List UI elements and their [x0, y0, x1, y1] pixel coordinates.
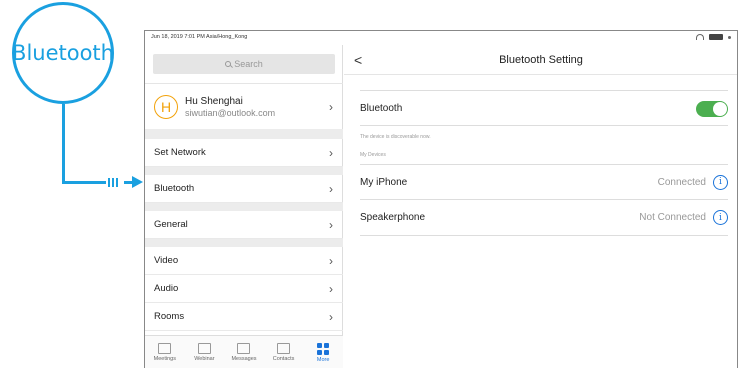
- tab-label: Messages: [231, 356, 257, 362]
- bluetooth-toggle[interactable]: [696, 101, 728, 117]
- device-status: Connected: [657, 176, 706, 188]
- chevron-right-icon: ›: [329, 217, 333, 232]
- chevron-right-icon: ›: [329, 145, 333, 160]
- info-icon[interactable]: i: [713, 174, 728, 190]
- wifi-icon: [696, 34, 704, 40]
- tablet-screen: Jun 18, 2019 7:01 PM Asia/Hong_Kong Sear…: [144, 30, 738, 368]
- settings-sidebar: Search H Hu Shenghai siwutian@outlook.co…: [145, 45, 343, 368]
- chevron-right-icon: ›: [329, 99, 333, 114]
- status-time: Jun 18, 2019 7:01 PM Asia/Hong_Kong: [151, 34, 248, 40]
- sidebar-item-set-network[interactable]: Set Network ›: [145, 139, 343, 167]
- chevron-right-icon: ›: [329, 309, 333, 324]
- device-name: My iPhone: [360, 176, 408, 188]
- tab-more[interactable]: More: [305, 342, 341, 363]
- chevron-right-icon: ›: [329, 281, 333, 296]
- sidebar-item-label: Bluetooth: [154, 183, 195, 194]
- sidebar-item-label: Video: [154, 255, 179, 266]
- sidebar-item-label: Rooms: [154, 311, 185, 322]
- sidebar-item-video[interactable]: Video ›: [145, 247, 343, 275]
- discoverable-note: The device is discoverable now.: [360, 134, 431, 140]
- device-row-my-iphone[interactable]: My iPhone Connected i: [360, 164, 728, 200]
- search-input[interactable]: Search: [153, 54, 335, 74]
- callout-connector-vertical: [62, 104, 65, 184]
- section-divider: [145, 239, 343, 247]
- bluetooth-toggle-row: Bluetooth: [360, 90, 728, 126]
- callout-label: Bluetooth: [12, 41, 114, 65]
- back-button[interactable]: <: [354, 52, 362, 68]
- callout-connector-horizontal: [62, 181, 106, 184]
- section-divider: [145, 167, 343, 175]
- device-status: Not Connected: [639, 212, 706, 223]
- status-icons: [696, 34, 731, 40]
- chevron-right-icon: ›: [329, 253, 333, 268]
- callout-circle: Bluetooth: [12, 2, 114, 104]
- avatar: H: [154, 94, 178, 119]
- tab-webinar[interactable]: Webinar: [186, 343, 222, 362]
- sidebar-item-general[interactable]: General ›: [145, 211, 343, 239]
- chat-icon: [237, 343, 251, 354]
- search-icon: [225, 61, 232, 67]
- calendar-icon: [158, 343, 172, 354]
- callout-dashes: [108, 178, 118, 187]
- tab-label: Webinar: [194, 356, 215, 362]
- toggle-knob: [713, 102, 727, 116]
- tab-label: Contacts: [272, 356, 295, 362]
- device-row-speakerphone[interactable]: Speakerphone Not Connected i: [360, 200, 728, 236]
- profile-row[interactable]: H Hu Shenghai siwutian@outlook.com ›: [145, 83, 343, 129]
- my-devices-heading: My Devices: [360, 152, 386, 158]
- status-bar: Jun 18, 2019 7:01 PM Asia/Hong_Kong: [145, 31, 737, 45]
- contacts-icon: [277, 343, 291, 354]
- chevron-right-icon: ›: [329, 181, 333, 196]
- tab-label: Meetings: [153, 356, 176, 362]
- bluetooth-setting-panel: < Bluetooth Setting Bluetooth The device…: [344, 45, 737, 368]
- charge-icon: [728, 35, 731, 39]
- grid-icon: [317, 342, 330, 355]
- profile-email: siwutian@outlook.com: [185, 107, 276, 118]
- page-title: Bluetooth Setting: [499, 53, 583, 66]
- sidebar-item-rooms[interactable]: Rooms ›: [145, 303, 343, 331]
- profile-info: Hu Shenghai siwutian@outlook.com: [185, 96, 343, 118]
- sidebar-item-label: Set Network: [154, 147, 206, 158]
- search-placeholder: Search: [234, 59, 263, 69]
- callout-arrow-icon: [132, 176, 143, 188]
- sidebar-item-audio[interactable]: Audio ›: [145, 275, 343, 303]
- section-divider: [145, 203, 343, 211]
- info-icon[interactable]: i: [713, 210, 728, 225]
- bluetooth-toggle-label: Bluetooth: [360, 102, 403, 114]
- webinar-icon: [197, 343, 211, 354]
- panel-header: < Bluetooth Setting: [344, 45, 737, 75]
- tab-meetings[interactable]: Meetings: [147, 343, 183, 362]
- tab-label: More: [316, 356, 330, 363]
- sidebar-item-label: Audio: [154, 283, 179, 294]
- bottom-tab-bar: Meetings Webinar Messages Contacts More: [145, 335, 343, 368]
- sidebar-item-bluetooth[interactable]: Bluetooth ›: [145, 175, 343, 203]
- sidebar-item-label: General: [154, 219, 188, 230]
- battery-icon: [709, 34, 723, 40]
- section-divider: [145, 129, 343, 139]
- profile-name: Hu Shenghai: [185, 95, 243, 107]
- tab-contacts[interactable]: Contacts: [266, 343, 302, 362]
- device-name: Speakerphone: [360, 212, 426, 223]
- tab-messages[interactable]: Messages: [226, 343, 262, 362]
